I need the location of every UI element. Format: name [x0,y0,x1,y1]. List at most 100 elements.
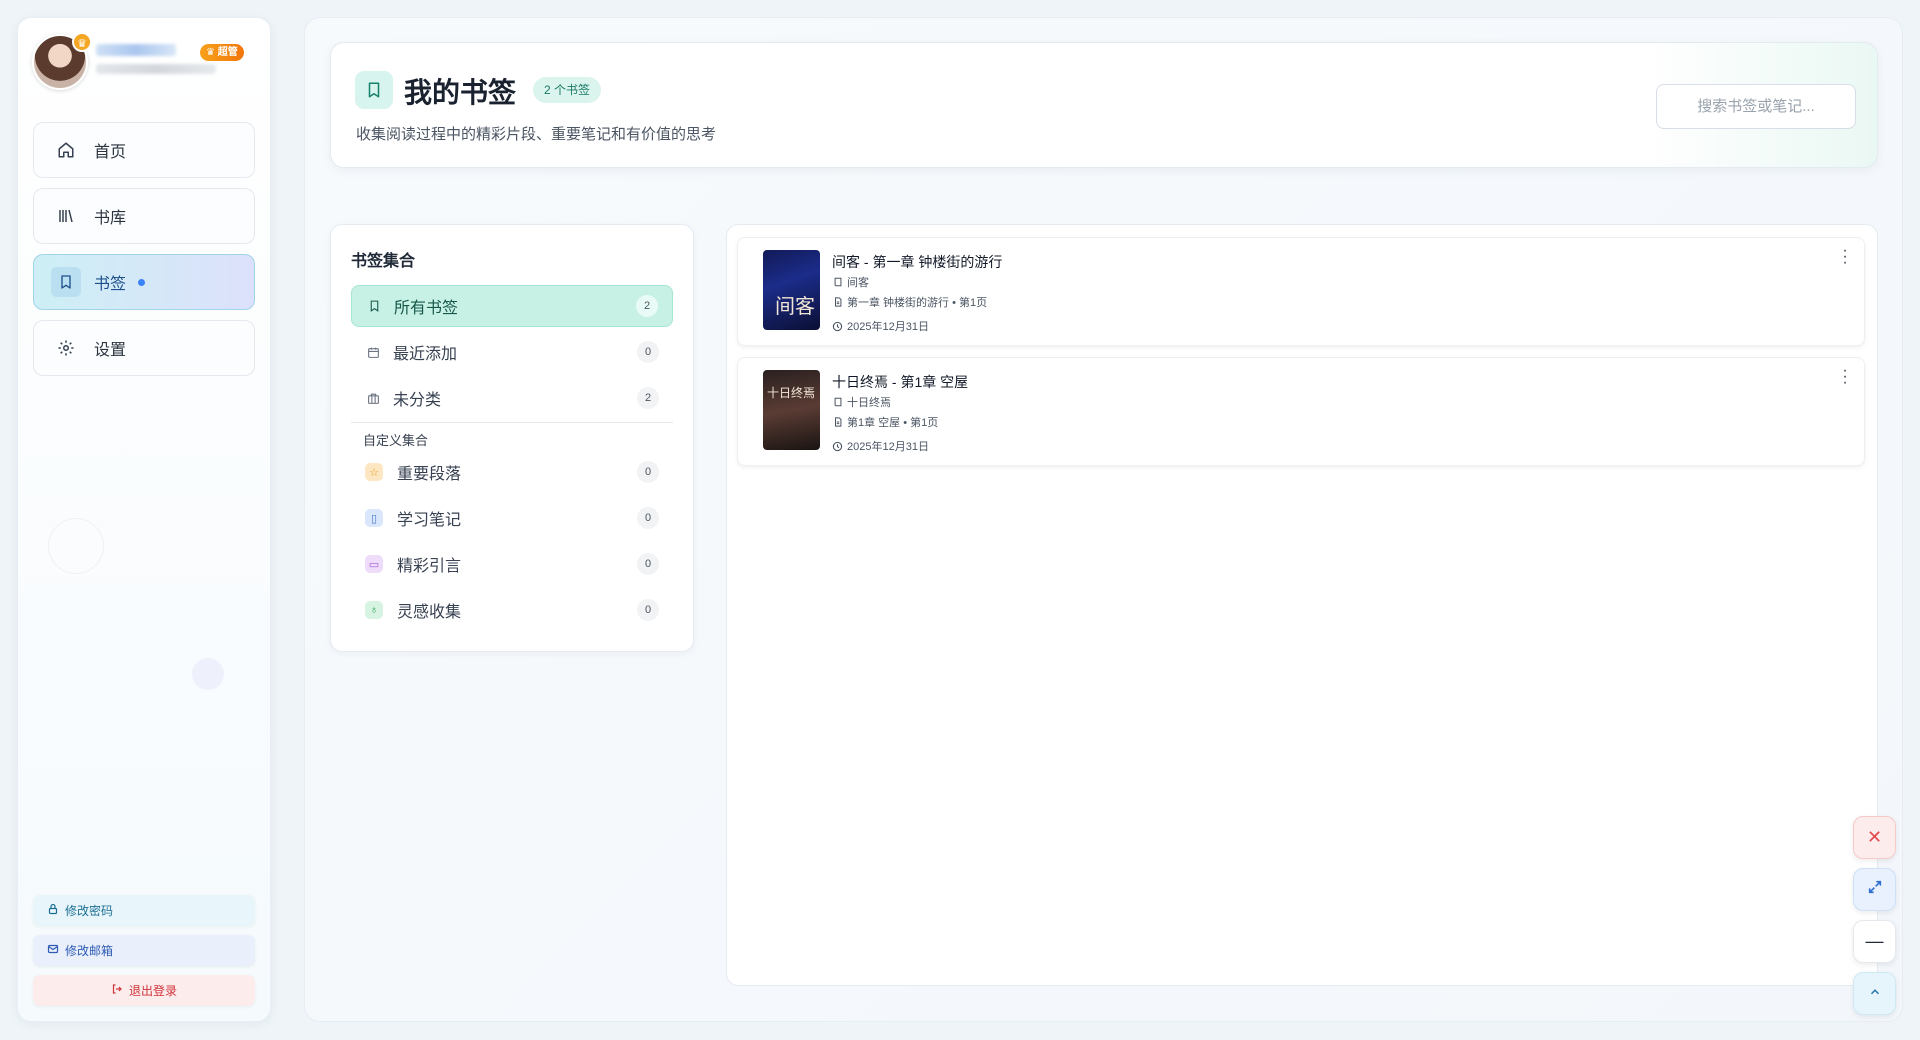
collection-recent[interactable]: 最近添加 0 [351,331,673,373]
logout-icon [111,983,123,998]
logout-label: 退出登录 [128,984,177,998]
blurred-username [96,44,176,56]
bookmark-title: 十日终焉 - 第1章 空屋 [832,374,969,390]
collection-study-notes[interactable]: ▯ 学习笔记 0 [351,497,673,539]
cover-title: 间客 [775,294,815,318]
collection-count: 0 [637,553,659,575]
user-profile[interactable]: ♛ ♛ 超管 [32,32,262,94]
bookmark-date: 2025年12月31日 [832,438,929,454]
calendar-icon [365,344,381,360]
book-cover: 十日终焉 [763,370,820,450]
archive-icon [365,390,381,406]
scroll-top-button[interactable] [1853,972,1896,1015]
collection-count: 2 [636,295,658,317]
collections-title: 书签集合 [351,253,416,270]
nav-bookmarks-label: 书签 [94,276,127,293]
collections-panel: 书签集合 所有书签 2 最近添加 0 未分类 2 自定义集合 ☆ 重要段落 0 … [330,224,694,652]
close-button[interactable]: ✕ [1853,816,1896,859]
collection-label: 未分类 [393,392,442,409]
bookmark-card[interactable]: 十日终焉 十日终焉 - 第1章 空屋 十日终焉 第1章 空屋 • 第1页 202… [737,357,1865,466]
book-cover: 间客 [763,250,820,330]
star-icon: ☆ [365,463,383,481]
nav-settings[interactable]: 设置 [33,320,255,376]
minimize-button[interactable]: — [1853,920,1896,963]
bookmark-icon [355,71,393,109]
active-indicator-dot [138,278,146,286]
custom-collections-title: 自定义集合 [363,433,429,448]
bookmark-icon [51,267,81,297]
collection-label: 所有书签 [394,300,459,317]
search-input[interactable] [1656,84,1856,129]
collection-count: 0 [637,507,659,529]
collection-label: 精彩引言 [397,558,462,575]
nav-bookmarks[interactable]: 书签 [33,254,255,310]
divider [351,422,673,423]
chapter-text: 第1章 空屋 • 第1页 [847,417,939,429]
mail-icon [47,943,59,958]
quote-icon: ▭ [365,555,383,573]
gear-icon [56,338,76,358]
nav-settings-label: 设置 [94,342,127,359]
library-icon [56,206,76,226]
decorative-circle [192,658,224,690]
clock-icon [832,321,843,332]
cover-title: 十日终焉 [767,386,816,400]
book-name: 十日终焉 [847,397,891,409]
collection-all-bookmarks[interactable]: 所有书签 2 [351,285,673,327]
bookmark-chapter: 第1章 空屋 • 第1页 [832,414,938,430]
lock-icon [47,903,59,918]
fullscreen-button[interactable] [1853,868,1896,911]
page-title: 我的书签 [404,77,517,108]
change-email-button[interactable]: 修改邮箱 [33,935,255,966]
bookmark-icon [366,298,382,314]
more-options-icon[interactable]: · · · [1840,243,1850,271]
bookmark-title: 间客 - 第一章 钟楼街的游行 [832,254,1003,270]
collection-count: 2 [637,387,659,409]
sidebar: ♛ ♛ 超管 首页 书库 书签 设置 修改密码 修改邮箱 退出登录 [17,17,271,1022]
nav-home[interactable]: 首页 [33,122,255,178]
chevron-up-icon [1868,983,1882,1004]
collection-count: 0 [637,341,659,363]
collection-count: 0 [637,461,659,483]
bookmark-book: 间客 [832,274,869,290]
clock-icon [832,441,843,452]
collection-label: 灵感收集 [397,604,462,621]
bookmark-chapter: 第一章 钟楼街的游行 • 第1页 [832,294,987,310]
change-password-label: 修改密码 [65,904,114,918]
book-icon [832,397,843,408]
date-text: 2025年12月31日 [847,441,929,453]
collection-label: 学习笔记 [397,512,462,529]
collection-inspiration[interactable]: ♁ 灵感收集 0 [351,589,673,631]
bookmark-list: 间客 间客 - 第一章 钟楼街的游行 间客 第一章 钟楼街的游行 • 第1页 2… [726,224,1878,986]
main-panel: 我的书签 2 个书签 收集阅读过程中的精彩片段、重要笔记和有价值的思考 书签集合… [304,17,1903,1022]
page-description: 收集阅读过程中的精彩片段、重要笔记和有价值的思考 [356,126,717,143]
admin-badge: ♛ 超管 [200,44,244,61]
change-email-label: 修改邮箱 [65,944,114,958]
bookmark-count-badge: 2 个书签 [533,77,602,103]
crown-icon: ♛ [72,32,92,52]
file-icon [832,417,843,428]
collection-important-passages[interactable]: ☆ 重要段落 0 [351,451,673,493]
bookmark-date: 2025年12月31日 [832,318,929,334]
close-icon: ✕ [1866,827,1883,847]
more-options-icon[interactable]: · · · [1840,363,1850,391]
collection-quotes[interactable]: ▭ 精彩引言 0 [351,543,673,585]
bookmark-card[interactable]: 间客 间客 - 第一章 钟楼街的游行 间客 第一章 钟楼街的游行 • 第1页 2… [737,237,1865,346]
date-text: 2025年12月31日 [847,321,929,333]
file-icon [832,297,843,308]
book-icon [832,277,843,288]
change-password-button[interactable]: 修改密码 [33,895,255,926]
minus-icon: — [1865,931,1884,951]
book-icon: ▯ [365,509,383,527]
page-header: 我的书签 2 个书签 收集阅读过程中的精彩片段、重要笔记和有价值的思考 [330,42,1878,168]
expand-icon [1867,879,1883,900]
chapter-text: 第一章 钟楼街的游行 • 第1页 [847,297,988,309]
book-name: 间客 [847,277,869,289]
home-icon [56,140,76,160]
logout-button[interactable]: 退出登录 [33,975,255,1006]
collection-uncategorized[interactable]: 未分类 2 [351,377,673,419]
nav-home-label: 首页 [94,144,127,161]
bookmark-book: 十日终焉 [832,394,891,410]
nav-library[interactable]: 书库 [33,188,255,244]
collection-label: 最近添加 [393,346,458,363]
